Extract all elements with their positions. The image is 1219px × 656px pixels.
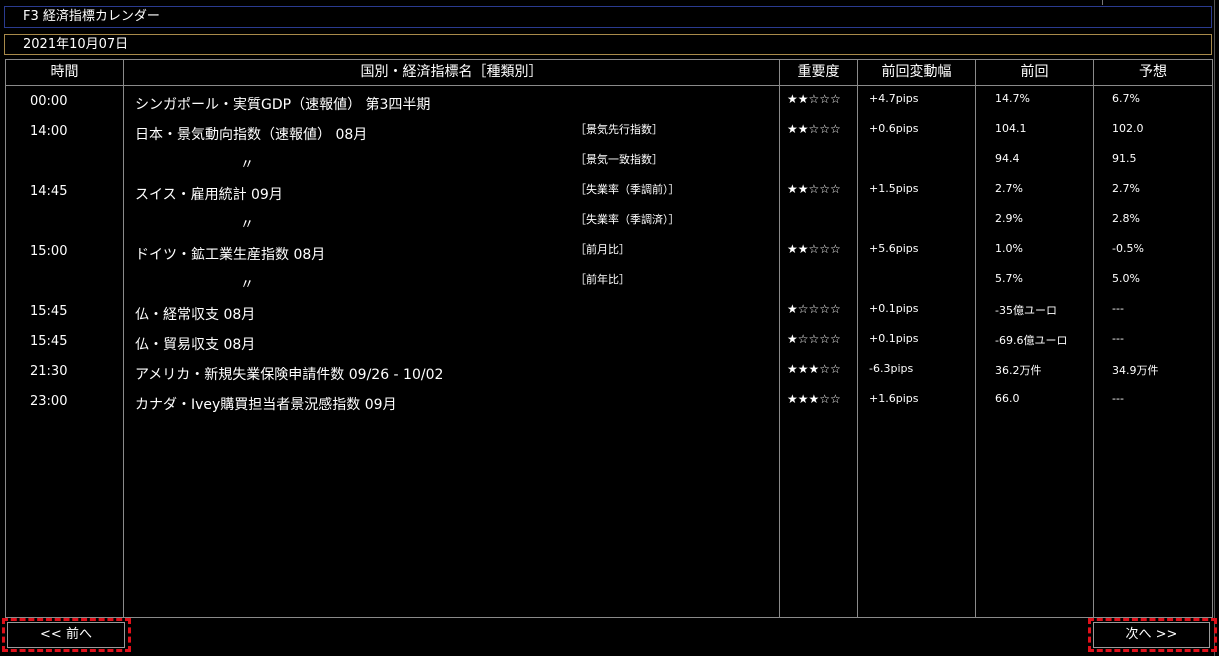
row-indicator-name: アメリカ・新規失業保険申請件数 09/26 - 10/02 bbox=[135, 367, 444, 383]
row-importance-stars: ★★☆☆☆ bbox=[787, 182, 841, 196]
window-edge bbox=[1214, 0, 1215, 656]
column-divider bbox=[123, 59, 124, 618]
row-kind: ［失業率（季調済）］ bbox=[575, 213, 680, 226]
row-forecast-value: 102.0 bbox=[1112, 122, 1144, 135]
row-indicator-name: 日本・景気動向指数（速報値） 08月 bbox=[135, 127, 368, 143]
row-previous-value: 36.2万件 bbox=[995, 364, 1042, 377]
row-previous-value: 1.0% bbox=[995, 242, 1023, 255]
row-time: 15:45 bbox=[30, 334, 68, 349]
header-importance: 重要度 bbox=[797, 64, 840, 80]
row-forecast-value: --- bbox=[1112, 332, 1124, 345]
current-date: 2021年10月07日 bbox=[23, 37, 129, 52]
row-forecast-value: --- bbox=[1112, 302, 1124, 315]
row-time: 00:00 bbox=[30, 94, 68, 109]
row-importance-stars: ★★☆☆☆ bbox=[787, 92, 841, 106]
row-indicator-name: シンガポール・実質GDP（速報値） 第3四半期 bbox=[135, 97, 431, 113]
prev-button[interactable]: << 前へ bbox=[7, 622, 125, 648]
row-kind: ［失業率（季調前）］ bbox=[575, 183, 680, 196]
row-time: 23:00 bbox=[30, 394, 68, 409]
row-forecast-value: 91.5 bbox=[1112, 152, 1137, 165]
row-kind: ［景気先行指数］ bbox=[575, 123, 663, 136]
row-previous-value: -35億ユーロ bbox=[995, 304, 1057, 317]
row-previous-value: 66.0 bbox=[995, 392, 1020, 405]
row-previous-value: 104.1 bbox=[995, 122, 1027, 135]
row-previous-change: +4.7pips bbox=[869, 92, 919, 105]
date-bar: 2021年10月07日 bbox=[4, 34, 1212, 55]
row-importance-stars: ★☆☆☆☆ bbox=[787, 332, 841, 346]
row-previous-value: 14.7% bbox=[995, 92, 1030, 105]
row-kind: ［前月比］ bbox=[575, 243, 630, 256]
header-forecast: 予想 bbox=[1139, 64, 1167, 80]
row-forecast-value: 2.8% bbox=[1112, 212, 1140, 225]
column-divider bbox=[857, 59, 858, 618]
row-kind: ［前年比］ bbox=[575, 273, 630, 286]
row-indicator-name: 〃 bbox=[240, 217, 254, 233]
row-previous-change: +0.6pips bbox=[869, 122, 919, 135]
row-previous-value: 2.7% bbox=[995, 182, 1023, 195]
row-indicator-name: 〃 bbox=[240, 157, 254, 173]
column-divider bbox=[1093, 59, 1094, 618]
row-indicator-name: カナダ・Ivey購買担当者景況感指数 09月 bbox=[135, 397, 397, 413]
row-indicator-name: 仏・貿易収支 08月 bbox=[135, 337, 256, 353]
header-previous: 前回 bbox=[1020, 64, 1049, 80]
row-previous-value: 2.9% bbox=[995, 212, 1023, 225]
row-importance-stars: ★☆☆☆☆ bbox=[787, 302, 841, 316]
row-previous-value: 94.4 bbox=[995, 152, 1020, 165]
row-forecast-value: 5.0% bbox=[1112, 272, 1140, 285]
window-edge-tick bbox=[1102, 0, 1103, 5]
row-indicator-name: スイス・雇用統計 09月 bbox=[135, 187, 283, 203]
row-time: 14:45 bbox=[30, 184, 68, 199]
row-forecast-value: 2.7% bbox=[1112, 182, 1140, 195]
row-previous-value: -69.6億ユーロ bbox=[995, 334, 1068, 347]
row-previous-change: +0.1pips bbox=[869, 302, 919, 315]
row-indicator-name: ドイツ・鉱工業生産指数 08月 bbox=[135, 247, 326, 263]
header-indicator-name: 国別・経済指標名［種類別］ bbox=[360, 64, 543, 80]
header-previous-change: 前回変動幅 bbox=[881, 64, 952, 80]
row-forecast-value: -0.5% bbox=[1112, 242, 1144, 255]
window-title-bar: F3 経済指標カレンダー bbox=[4, 6, 1212, 28]
row-time: 15:00 bbox=[30, 244, 68, 259]
row-forecast-value: 6.7% bbox=[1112, 92, 1140, 105]
next-button[interactable]: 次へ >> bbox=[1093, 622, 1210, 648]
row-time: 15:45 bbox=[30, 304, 68, 319]
row-forecast-value: 34.9万件 bbox=[1112, 364, 1159, 377]
row-importance-stars: ★★☆☆☆ bbox=[787, 242, 841, 256]
row-forecast-value: --- bbox=[1112, 392, 1124, 405]
row-previous-change: +5.6pips bbox=[869, 242, 919, 255]
row-previous-change: +1.6pips bbox=[869, 392, 919, 405]
row-time: 21:30 bbox=[30, 364, 68, 379]
column-divider bbox=[779, 59, 780, 618]
column-divider bbox=[975, 59, 976, 618]
row-previous-change: +1.5pips bbox=[869, 182, 919, 195]
header-divider bbox=[5, 85, 1213, 86]
row-previous-change: -6.3pips bbox=[869, 362, 914, 375]
row-previous-change: +0.1pips bbox=[869, 332, 919, 345]
row-previous-value: 5.7% bbox=[995, 272, 1023, 285]
row-importance-stars: ★★☆☆☆ bbox=[787, 122, 841, 136]
row-time: 14:00 bbox=[30, 124, 68, 139]
row-indicator-name: 〃 bbox=[240, 277, 254, 293]
row-importance-stars: ★★★☆☆ bbox=[787, 362, 841, 376]
row-kind: ［景気一致指数］ bbox=[575, 153, 663, 166]
header-time: 時間 bbox=[50, 64, 79, 80]
window-title: F3 経済指標カレンダー bbox=[23, 9, 160, 24]
row-indicator-name: 仏・経常収支 08月 bbox=[135, 307, 256, 323]
row-importance-stars: ★★★☆☆ bbox=[787, 392, 841, 406]
